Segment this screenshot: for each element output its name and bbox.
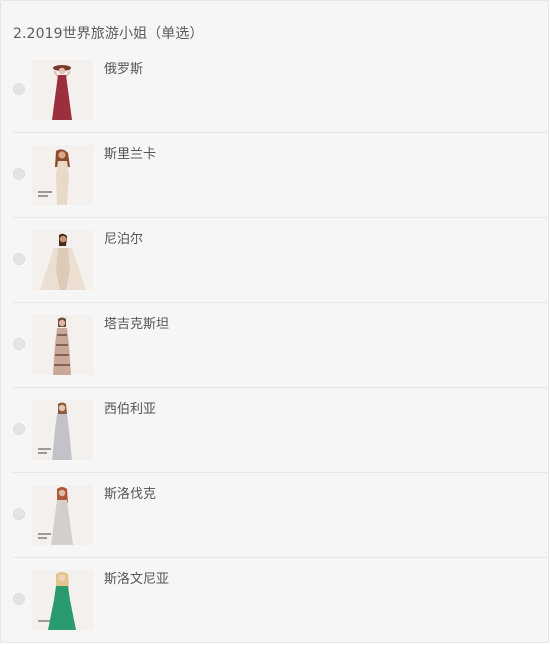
option-siberia[interactable]: 西伯利亚 (13, 388, 547, 473)
option-label: 塔吉克斯坦 (104, 317, 170, 332)
radio-button[interactable] (13, 83, 25, 95)
option-label: 斯里兰卡 (104, 147, 157, 162)
radio-button[interactable] (13, 338, 25, 350)
option-russia[interactable]: 俄罗斯 (13, 48, 547, 133)
option-sri-lanka[interactable]: 斯里兰卡 (13, 133, 547, 218)
radio-button[interactable] (13, 423, 25, 435)
option-label: 尼泊尔 (104, 232, 144, 247)
option-tajikistan[interactable]: 塔吉克斯坦 (13, 303, 547, 388)
option-photo (32, 315, 93, 375)
option-nepal[interactable]: 尼泊尔 (13, 218, 547, 303)
contestant-image (40, 233, 86, 290)
radio-button[interactable] (13, 508, 25, 520)
contestant-image (38, 402, 72, 460)
option-photo (32, 230, 93, 290)
contestant-image (53, 317, 71, 375)
question-card: 2.2019世界旅游小姐（单选） 俄罗斯 斯里兰卡 尼泊尔 塔吉克斯坦 西伯利亚… (0, 0, 549, 643)
option-slovenia[interactable]: 斯洛文尼亚 (13, 558, 547, 643)
radio-button[interactable] (13, 253, 25, 265)
contestant-image (38, 149, 70, 205)
option-photo (32, 60, 93, 120)
option-label: 西伯利亚 (104, 402, 157, 417)
contestant-image (38, 572, 76, 630)
option-label: 俄罗斯 (104, 62, 144, 77)
contestant-image (38, 487, 73, 545)
radio-button[interactable] (13, 593, 25, 605)
option-photo (32, 485, 93, 545)
option-label: 斯洛文尼亚 (104, 572, 170, 587)
radio-button[interactable] (13, 168, 25, 180)
question-title: 2.2019世界旅游小姐（单选） (13, 26, 204, 42)
option-label: 斯洛伐克 (104, 487, 157, 502)
option-photo (32, 570, 93, 630)
contestant-image (52, 65, 72, 120)
option-photo (32, 145, 93, 205)
option-photo (32, 400, 93, 460)
option-slovakia[interactable]: 斯洛伐克 (13, 473, 547, 558)
